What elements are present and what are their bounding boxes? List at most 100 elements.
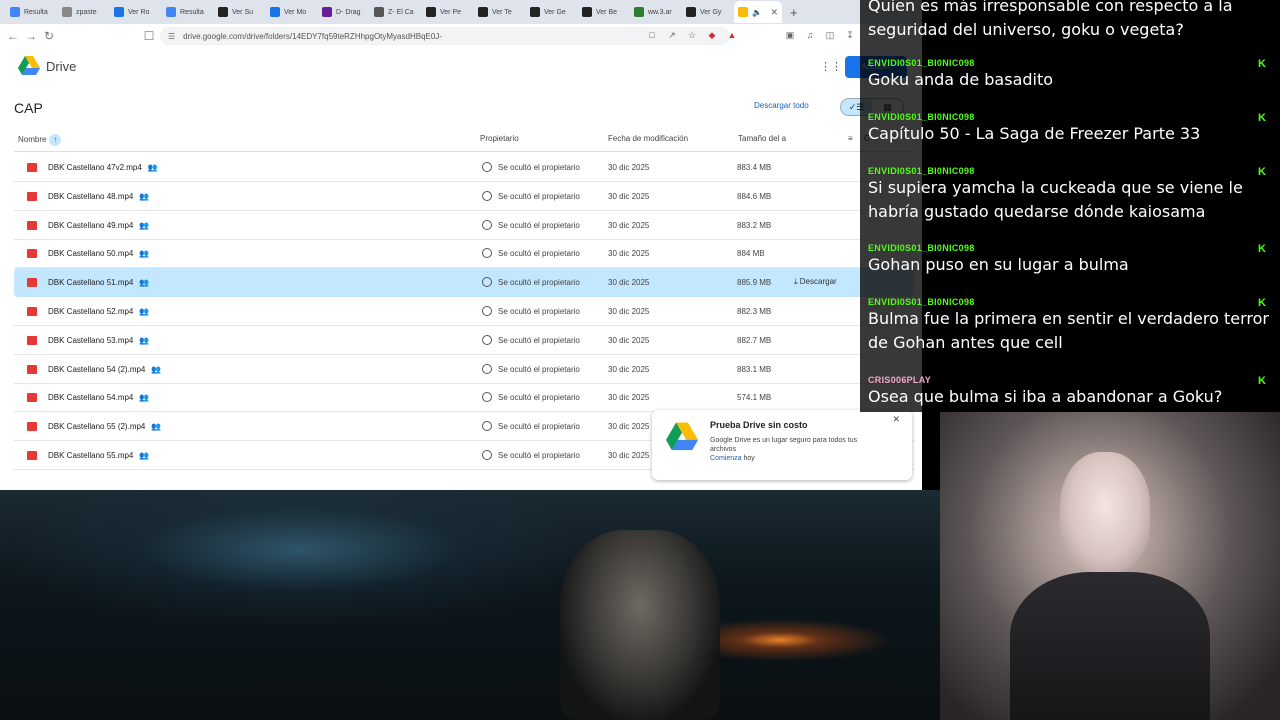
- column-header-size[interactable]: Tamaño del a: [738, 134, 786, 143]
- browser-tab[interactable]: Ver Be: [578, 1, 630, 23]
- tab-label: ww.3.ar: [648, 8, 672, 16]
- file-row[interactable]: DBK Castellano 48.mp4 👥 Se ocultó el propi…: [14, 182, 914, 211]
- site-info-icon[interactable]: ☰: [168, 32, 175, 41]
- share-icon[interactable]: ↗: [666, 29, 678, 41]
- file-row[interactable]: DBK Castellano 47v2.mp4 👥 Se ocultó el pro…: [14, 153, 914, 182]
- download-icon[interactable]: ↧: [844, 29, 856, 41]
- browser-tab[interactable]: Resulta: [6, 1, 58, 23]
- download-button[interactable]: ⤓ Descargar: [794, 277, 837, 287]
- video-file-icon: [27, 249, 37, 259]
- file-name: DBK Castellano 54 (2).mp4 👥: [48, 364, 162, 374]
- file-name: DBK Castellano 51.mp4 👥: [48, 278, 150, 288]
- tab-favicon-icon: [530, 7, 540, 17]
- sort-arrow-up-icon[interactable]: ↑: [49, 134, 62, 146]
- reload-icon[interactable]: ↻: [40, 29, 58, 43]
- tab-label: Ver Ge: [544, 8, 566, 16]
- tab-label: Resulta: [180, 8, 204, 16]
- tab-favicon-icon: [270, 7, 280, 17]
- file-size: 883.2 MB: [737, 220, 772, 230]
- tab-label: D- Drag: [336, 8, 361, 16]
- shared-people-icon: 👥: [147, 163, 158, 172]
- screen: Resulta zpaste Ver Ro Resulta Ver Su Ver Mo D-…: [0, 0, 1280, 720]
- shared-people-icon: 👥: [139, 307, 150, 316]
- chat-message: CRIS006PLAY Osea que bulma si iba a aband…: [868, 375, 1272, 409]
- close-icon[interactable]: ✕: [892, 414, 900, 425]
- browser-tab[interactable]: D- Drag: [318, 1, 370, 23]
- promo-start-link[interactable]: Comienza: [710, 455, 742, 462]
- new-tab-icon[interactable]: +: [790, 5, 798, 20]
- owner-hidden-icon: [482, 190, 492, 201]
- tab-favicon-icon: [738, 7, 748, 17]
- address-bar-row: ← → ↻ ☐ ☰ drive.google.com/drive/folders…: [0, 24, 922, 48]
- browser-tab[interactable]: Ver Ge: [526, 1, 578, 23]
- star-icon[interactable]: ☆: [686, 29, 698, 41]
- browser-tab[interactable]: Ver Te: [474, 1, 526, 23]
- cast-icon[interactable]: □: [646, 29, 658, 41]
- tab-label: Ver Mo: [284, 8, 307, 16]
- file-row[interactable]: DBK Castellano 53.mp4 👥 Se ocultó el propi…: [14, 326, 914, 355]
- promo-popup: Prueba Drive sin costo Google Drive es u…: [652, 410, 912, 480]
- column-header-name[interactable]: Nombre ↑: [18, 134, 62, 146]
- browser-tab[interactable]: Ver Mo: [266, 1, 318, 23]
- browser-tab[interactable]: zpaste: [58, 1, 110, 23]
- file-name: DBK Castellano 53.mp4 👥: [48, 335, 150, 345]
- file-row[interactable]: DBK Castellano 52.mp4 👥 Se ocultó el propi…: [14, 297, 914, 326]
- kick-badge-icon: K: [1258, 375, 1266, 387]
- file-row[interactable]: DBK Castellano 54.mp4 👥 Se ocultó el propi…: [14, 383, 914, 413]
- browser-tab[interactable]: Ver Ro: [110, 1, 162, 23]
- back-icon[interactable]: ←: [4, 29, 22, 43]
- table-header: Nombre ↑ Propietario Fecha de modificació…: [14, 128, 914, 152]
- forward-icon[interactable]: →: [22, 29, 40, 43]
- column-header-modified[interactable]: Fecha de modificación: [608, 134, 688, 143]
- shared-people-icon: 👥: [139, 191, 150, 201]
- speaker-icon[interactable]: 🔈: [752, 8, 762, 17]
- file-row[interactable]: DBK Castellano 54 (2).mp4 👥 Se ocultó el p…: [14, 355, 914, 384]
- tab-label: Ver Pe: [440, 8, 462, 16]
- sort-options-icon[interactable]: ≡: [848, 134, 853, 143]
- file-row[interactable]: DBK Castellano 50.mp4 👥 Se ocultó el propi…: [14, 239, 914, 269]
- tab-favicon-icon: [582, 7, 592, 17]
- browser-tab[interactable]: Resulta: [162, 1, 214, 23]
- video-file-icon: [27, 364, 37, 374]
- file-name: DBK Castellano 47v2.mp4 👥: [48, 163, 158, 172]
- media-icon[interactable]: ♫: [804, 29, 816, 41]
- close-tab-icon[interactable]: ✕: [770, 7, 778, 18]
- sidepanel-icon[interactable]: ◫: [824, 29, 836, 41]
- file-owner: Se ocultó el propietario: [498, 393, 580, 403]
- download-all-link[interactable]: Descargar todo: [754, 101, 809, 110]
- file-owner: Se ocultó el propietario: [498, 451, 580, 460]
- file-size: 884 MB: [737, 249, 765, 259]
- tab-label: Ver Te: [492, 8, 512, 16]
- column-header-owner: Propietario: [480, 134, 519, 143]
- chat-message: ENVIDI0S01_BI0NIC098 Capítulo 50 - La Sag…: [868, 112, 1272, 146]
- chat-message: ENVIDI0S01_BI0NIC098 Bulma fue la primera…: [868, 297, 1272, 355]
- extension-alert-icon[interactable]: ▲: [726, 29, 738, 41]
- tab-favicon-icon: [10, 7, 20, 17]
- extension-icon[interactable]: ▣: [784, 29, 796, 41]
- tab-favicon-icon: [218, 7, 228, 17]
- bookmark-icon[interactable]: ☐: [140, 29, 158, 43]
- tab-label: Ver Be: [596, 8, 618, 16]
- game-footage: [0, 490, 940, 720]
- owner-hidden-icon: [482, 363, 492, 374]
- url-text: drive.google.com/drive/folders/14EDY7fq5…: [183, 31, 442, 41]
- url-field[interactable]: ☰ drive.google.com/drive/folders/14EDY7f…: [160, 27, 730, 45]
- browser-tab[interactable]: Ver Pe: [422, 1, 474, 23]
- kick-badge-icon: K: [1258, 112, 1266, 124]
- browser-tab[interactable]: ww.3.ar: [630, 1, 682, 23]
- chat-username: CRIS006PLAY: [868, 375, 931, 385]
- tab-favicon-icon: [478, 7, 488, 17]
- browser-tab[interactable]: Z- El Ca: [370, 1, 422, 23]
- app-name[interactable]: Drive: [46, 59, 76, 74]
- browser-tab[interactable]: Ver Gy: [682, 1, 734, 23]
- shared-people-icon: 👥: [139, 278, 150, 288]
- browser-tab[interactable]: Ver Su: [214, 1, 266, 23]
- promo-text: Google Drive es un lugar seguro para tod…: [710, 437, 858, 453]
- chat-message: ENVIDI0S01_BI0NIC098 Goku anda de basadit…: [868, 58, 1272, 92]
- file-row[interactable]: DBK Castellano 49.mp4 👥 Se ocultó el propi…: [14, 211, 914, 240]
- google-drive-logo-icon[interactable]: [18, 56, 40, 76]
- file-row[interactable]: DBK Castellano 51.mp4 👥 Se ocultó el propi…: [14, 268, 914, 298]
- extension-shield-icon[interactable]: ◆: [706, 29, 718, 41]
- hooded-figure: [560, 530, 720, 720]
- browser-tab-active[interactable]: 🔈 ✕: [734, 1, 782, 23]
